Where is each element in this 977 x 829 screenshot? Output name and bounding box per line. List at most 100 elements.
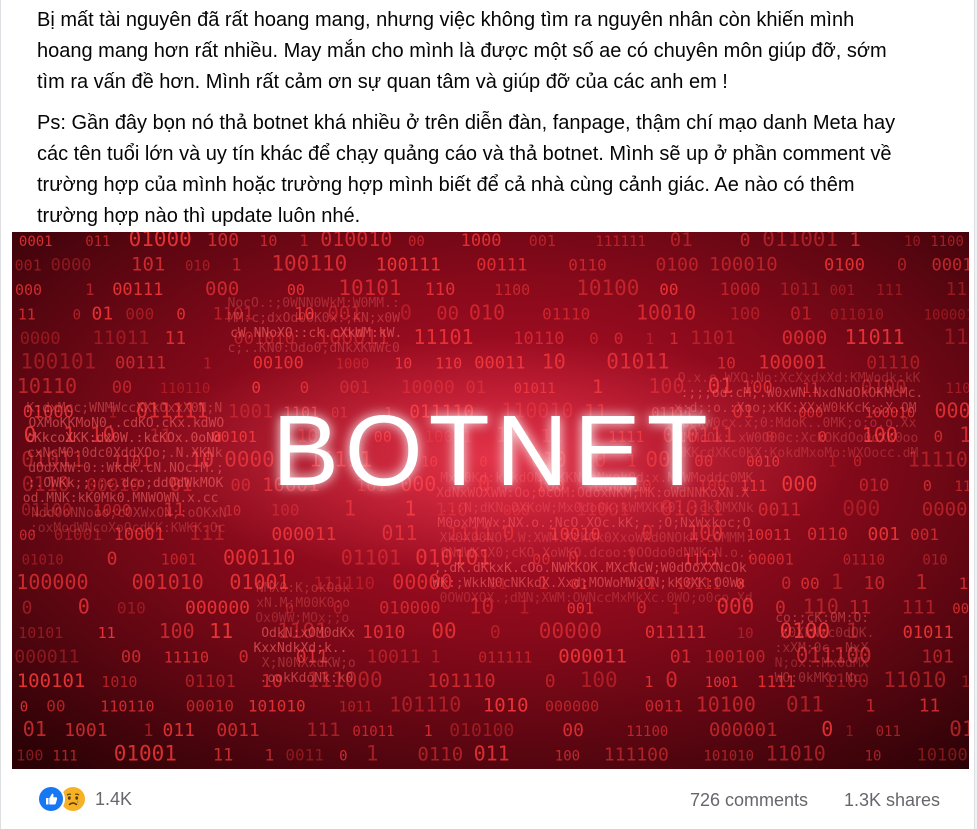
binary-digits: 1: [644, 673, 653, 691]
binary-digits: 011: [876, 724, 901, 740]
binary-digits: 010: [469, 301, 505, 325]
binary-digits: 11: [213, 746, 233, 766]
ascii-art-line: 0OWOXOX.;dMN;XWM:OWNccMxMkXc.0WO;o0co.Xd: [440, 591, 753, 606]
binary-digits: 011111: [645, 623, 706, 643]
binary-digits: 0: [923, 477, 932, 495]
binary-digits: 0: [897, 256, 907, 276]
binary-digits: 1: [831, 570, 844, 594]
ascii-art-line: KxxNdkXd;k..: [254, 641, 348, 656]
binary-digits: 00010: [186, 697, 234, 716]
binary-digits: 100: [159, 619, 195, 643]
binary-digits: 011: [786, 693, 824, 717]
binary-digits: 00: [46, 697, 65, 716]
binary-digits: 1010: [362, 622, 405, 643]
binary-digits: 100001: [924, 308, 969, 324]
binary-digits: 10010: [636, 301, 696, 325]
binary-digits: 0110: [568, 256, 607, 275]
botnet-title: BOTNET: [272, 395, 714, 507]
binary-digits: 001: [15, 257, 42, 275]
binary-digits: 11: [165, 328, 187, 349]
binary-digits: 100: [730, 305, 761, 325]
binary-digits: 01101: [949, 717, 969, 741]
binary-digits: 0: [107, 549, 118, 570]
binary-digits: 0100: [656, 255, 699, 276]
binary-digits: 0: [176, 305, 186, 324]
binary-digits: 011001: [762, 232, 838, 251]
binary-digits: 00: [408, 234, 425, 250]
binary-digits: 0110: [417, 744, 463, 766]
binary-digits: 1000: [461, 232, 502, 251]
binary-digits: 000000: [545, 698, 599, 716]
post-stats: 1.4K 726 comments 1.3K shares: [1, 769, 976, 829]
binary-digits: 1: [143, 721, 153, 741]
binary-digits: 0: [400, 301, 412, 325]
binary-digits: 1: [669, 329, 679, 348]
binary-digits: 0011: [216, 720, 259, 741]
shares-count-link[interactable]: 1.3K shares: [844, 788, 940, 812]
binary-digits: 011: [163, 720, 196, 741]
binary-digits: 00: [659, 280, 678, 299]
binary-digits: 111: [902, 597, 936, 619]
binary-digits: 11111: [959, 574, 969, 593]
like-icon: [37, 785, 65, 813]
binary-digits: 111111: [595, 234, 646, 250]
binary-digits: 010010: [320, 232, 392, 251]
ascii-art-line: WK:;WkkN0cNKkdX.Xxd;MOWoMWxON;kK0XK:O0Wx: [432, 576, 745, 591]
ascii-art-line: WO:0kMKo.Nc.: [775, 671, 869, 686]
binary-digits: 11011: [92, 327, 149, 349]
binary-digits: 10: [737, 626, 754, 642]
post-image[interactable]: 0001 011 01000 100 10 1 010010 00 1000 001 111111 0…: [12, 232, 969, 769]
binary-digits: 00000: [539, 619, 602, 643]
binary-digits: 110: [945, 381, 969, 397]
binary-digits: 0: [665, 668, 678, 692]
binary-digits: 10110: [17, 374, 77, 398]
binary-digits: 000011: [558, 646, 627, 668]
ascii-art-line: OdkN:xOM0dKx: [261, 626, 355, 641]
binary-digits: 0000: [922, 499, 968, 521]
binary-digits: 1001: [705, 675, 739, 691]
binary-digits: 01110: [542, 305, 590, 324]
binary-digits: 101110: [427, 670, 496, 692]
binary-digits: 011: [85, 234, 110, 250]
binary-digits: 0000: [51, 256, 92, 276]
reactions-summary[interactable]: 1.4K: [37, 785, 132, 813]
binary-digits: 010000: [379, 599, 440, 619]
binary-digits: 100111: [376, 255, 441, 276]
binary-digits: 01010: [22, 553, 64, 569]
binary-digits: 10: [904, 234, 921, 250]
binary-digits: 1: [203, 355, 212, 373]
binary-digits: 1: [845, 724, 853, 740]
binary-digits: 100: [555, 749, 580, 765]
binary-digits: 00: [436, 303, 459, 325]
binary-digits: 0: [239, 648, 249, 668]
binary-digits: 11: [919, 696, 941, 717]
ascii-art-line: MM:c;dxOd0OK0x:;KN;x0W: [228, 311, 400, 326]
binary-digits: 00111: [115, 354, 166, 374]
binary-digits: 10100: [576, 276, 639, 300]
binary-digits: 11011: [845, 325, 905, 349]
ascii-art-line: xN.M:M00K0:o: [256, 596, 350, 611]
binary-digits: 0: [339, 749, 347, 765]
binary-digits: 01: [670, 232, 693, 251]
binary-digits: 1011: [339, 700, 373, 716]
binary-digits: 1100: [954, 479, 969, 495]
binary-digits: 1001: [161, 551, 197, 569]
comments-count-link[interactable]: 726 comments: [690, 788, 808, 812]
post-text: Bị mất tài nguyên đã rất hoang mang, như…: [37, 0, 952, 232]
binary-digits: 00111: [476, 256, 527, 276]
ascii-art-line: cW.NNoXO::ck.cXkWM:kW.: [230, 326, 402, 341]
binary-digits: 0: [821, 717, 833, 741]
binary-digits: 10: [259, 232, 277, 250]
binary-digits: 111: [876, 281, 903, 299]
ascii-art-line: NMX0:K;okOok: [256, 581, 350, 596]
binary-digits: 11: [18, 306, 36, 324]
binary-digits: 010: [859, 476, 890, 496]
binary-digits: 0011: [285, 746, 324, 765]
binary-digits: 011111: [478, 649, 532, 667]
binary-digits: 101010: [248, 697, 306, 716]
binary-digits: 0: [73, 308, 81, 324]
binary-digits: 0: [740, 232, 751, 251]
post-paragraph-2: Ps: Gần đây bọn nó thả botnet khá nhiều …: [37, 108, 952, 232]
binary-digits: 1: [424, 722, 433, 740]
binary-digits: 100100: [704, 648, 765, 668]
